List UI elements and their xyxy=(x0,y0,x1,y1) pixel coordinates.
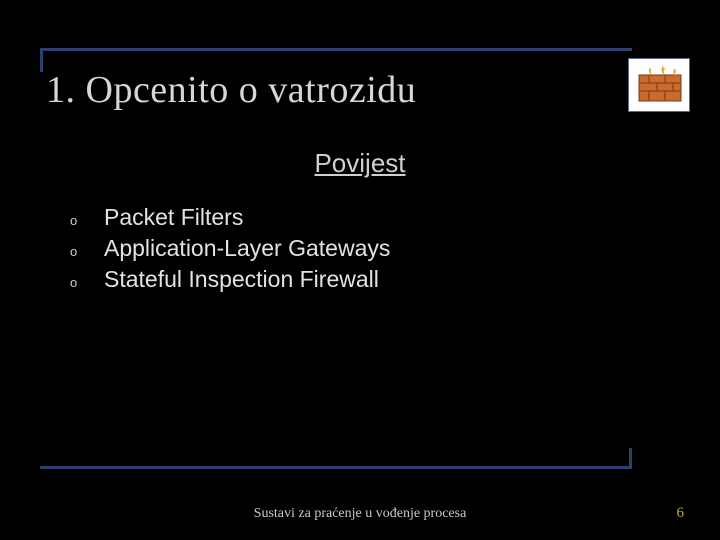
footer-text: Sustavi za praćenje u vođenje procesa xyxy=(0,506,720,522)
firewall-icon xyxy=(628,58,690,112)
list-item: o Packet Filters xyxy=(70,202,390,233)
bullet-text: Application-Layer Gateways xyxy=(104,233,390,264)
list-item: o Stateful Inspection Firewall xyxy=(70,264,390,295)
bullet-marker: o xyxy=(70,243,82,261)
page-number: 6 xyxy=(677,505,685,522)
bottom-rule xyxy=(40,466,632,469)
top-rule xyxy=(40,48,632,51)
bullet-text: Stateful Inspection Firewall xyxy=(104,264,379,295)
firewall-icon-svg xyxy=(635,65,685,105)
list-item: o Application-Layer Gateways xyxy=(70,233,390,264)
slide-title: 1. Opcenito o vatrozidu xyxy=(46,68,416,112)
bullet-marker: o xyxy=(70,212,82,230)
bullet-text: Packet Filters xyxy=(104,202,243,233)
top-rule-tick xyxy=(40,48,43,72)
bullet-marker: o xyxy=(70,274,82,292)
slide: 1. Opcenito o vatrozidu Povijest o Packe… xyxy=(0,0,720,540)
slide-subtitle: Povijest xyxy=(0,148,720,179)
bullet-list: o Packet Filters o Application-Layer Gat… xyxy=(70,202,390,295)
